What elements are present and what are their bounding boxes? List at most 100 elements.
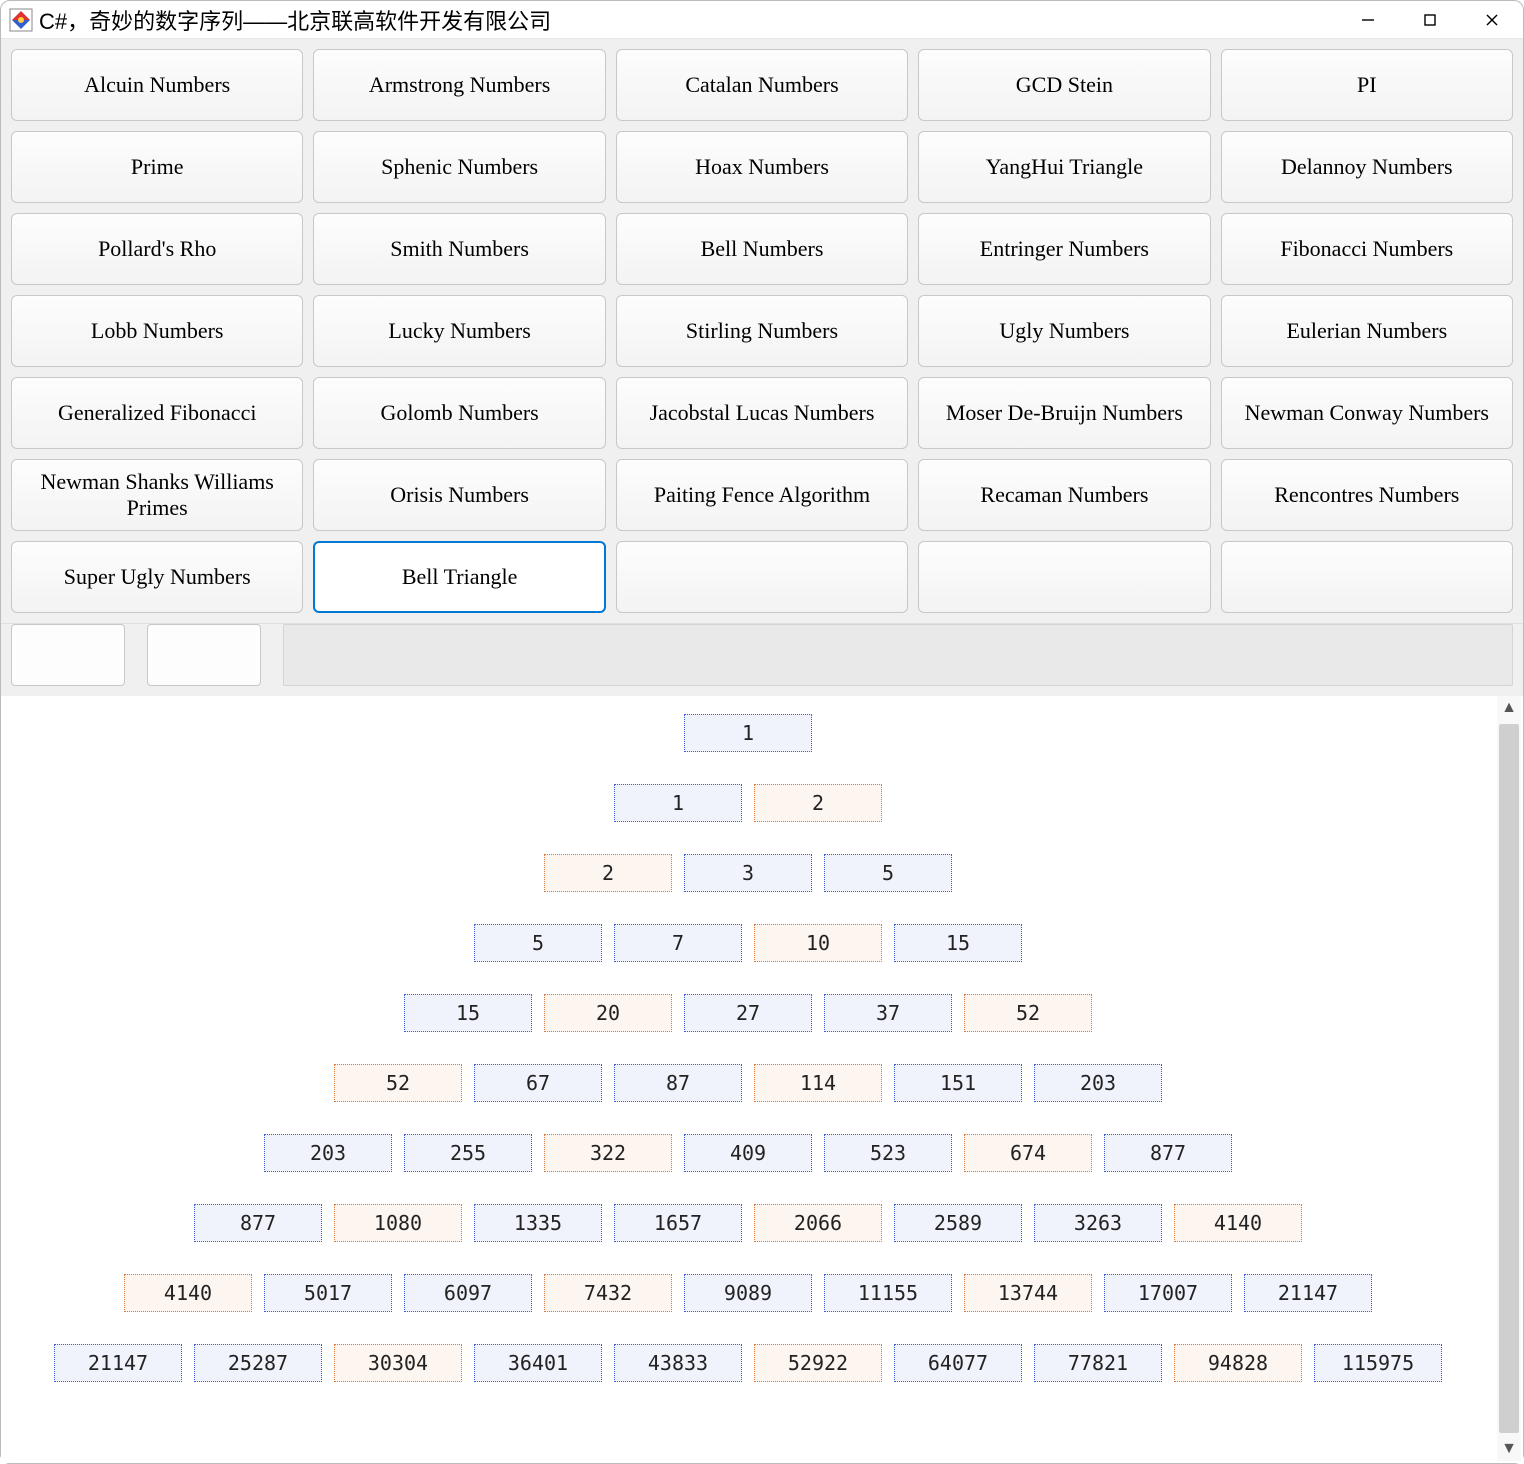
triangle-cell: 203 (264, 1134, 392, 1172)
triangle-cell: 2066 (754, 1204, 882, 1242)
triangle-cell: 3 (684, 854, 812, 892)
triangle-cell: 409 (684, 1134, 812, 1172)
sequence-button-b63[interactable] (918, 541, 1210, 613)
triangle-cell: 2589 (894, 1204, 1022, 1242)
triangle-cell: 3263 (1034, 1204, 1162, 1242)
triangle-cell: 4140 (124, 1274, 252, 1312)
vertical-scrollbar[interactable]: ▲ ▼ (1497, 696, 1521, 1461)
sequence-button-b03[interactable]: GCD Stein (918, 49, 1210, 121)
triangle-cell: 5 (474, 924, 602, 962)
scroll-down-arrow[interactable]: ▼ (1497, 1437, 1521, 1461)
status-bar (283, 624, 1513, 686)
sequence-button-b61[interactable]: Bell Triangle (313, 541, 605, 613)
bell-triangle-output: 1122355710151520273752526787114151203203… (1, 696, 1495, 1463)
sequence-button-b33[interactable]: Ugly Numbers (918, 295, 1210, 367)
sequence-button-b02[interactable]: Catalan Numbers (616, 49, 908, 121)
sequence-button-b43[interactable]: Moser De-Bruijn Numbers (918, 377, 1210, 449)
sequence-button-b60[interactable]: Super Ugly Numbers (11, 541, 303, 613)
sequence-button-b54[interactable]: Rencontres Numbers (1221, 459, 1513, 531)
scroll-thumb[interactable] (1499, 724, 1519, 1433)
triangle-cell: 25287 (194, 1344, 322, 1382)
sequence-button-b50[interactable]: Newman Shanks Williams Primes (11, 459, 303, 531)
triangle-cell: 877 (194, 1204, 322, 1242)
sequence-button-b14[interactable]: Delannoy Numbers (1221, 131, 1513, 203)
triangle-row: 2114725287303043640143833529226407777821… (54, 1344, 1442, 1382)
sequence-button-b53[interactable]: Recaman Numbers (918, 459, 1210, 531)
triangle-cell: 877 (1104, 1134, 1232, 1172)
triangle-row: 12 (614, 784, 882, 822)
sequence-button-b34[interactable]: Eulerian Numbers (1221, 295, 1513, 367)
triangle-cell: 52 (964, 994, 1092, 1032)
sequence-button-b51[interactable]: Orisis Numbers (313, 459, 605, 531)
triangle-cell: 9089 (684, 1274, 812, 1312)
sequence-button-b32[interactable]: Stirling Numbers (616, 295, 908, 367)
sequence-button-b44[interactable]: Newman Conway Numbers (1221, 377, 1513, 449)
triangle-cell: 255 (404, 1134, 532, 1172)
triangle-row: 1520273752 (404, 994, 1092, 1032)
triangle-cell: 15 (894, 924, 1022, 962)
sequence-button-b20[interactable]: Pollard's Rho (11, 213, 303, 285)
triangle-cell: 64077 (894, 1344, 1022, 1382)
triangle-cell: 4140 (1174, 1204, 1302, 1242)
triangle-cell: 52922 (754, 1344, 882, 1382)
aux-button-2[interactable] (147, 624, 261, 686)
sequence-button-b24[interactable]: Fibonacci Numbers (1221, 213, 1513, 285)
triangle-cell: 17007 (1104, 1274, 1232, 1312)
sequence-button-b13[interactable]: YangHui Triangle (918, 131, 1210, 203)
window-title: C#，奇妙的数字序列——北京联高软件开发有限公司 (39, 4, 1337, 36)
sequence-button-b11[interactable]: Sphenic Numbers (313, 131, 605, 203)
sequence-button-b00[interactable]: Alcuin Numbers (11, 49, 303, 121)
sequence-button-b01[interactable]: Armstrong Numbers (313, 49, 605, 121)
triangle-cell: 67 (474, 1064, 602, 1102)
triangle-cell: 2 (544, 854, 672, 892)
triangle-row: 8771080133516572066258932634140 (194, 1204, 1302, 1242)
window-controls (1337, 1, 1523, 38)
sequence-button-b31[interactable]: Lucky Numbers (313, 295, 605, 367)
triangle-cell: 7 (614, 924, 742, 962)
triangle-cell: 7432 (544, 1274, 672, 1312)
triangle-cell: 94828 (1174, 1344, 1302, 1382)
triangle-cell: 43833 (614, 1344, 742, 1382)
triangle-cell: 1 (684, 714, 812, 752)
sequence-button-grid: Alcuin NumbersArmstrong NumbersCatalan N… (1, 39, 1523, 624)
sequence-button-b21[interactable]: Smith Numbers (313, 213, 605, 285)
sequence-button-b62[interactable] (616, 541, 908, 613)
triangle-row: 4140501760977432908911155137441700721147 (124, 1274, 1372, 1312)
triangle-cell: 52 (334, 1064, 462, 1102)
sequence-button-b40[interactable]: Generalized Fibonacci (11, 377, 303, 449)
triangle-cell: 1657 (614, 1204, 742, 1242)
triangle-row: 203255322409523674877 (264, 1134, 1232, 1172)
triangle-cell: 15 (404, 994, 532, 1032)
triangle-cell: 5 (824, 854, 952, 892)
sequence-button-b41[interactable]: Golomb Numbers (313, 377, 605, 449)
aux-button-1[interactable] (11, 624, 125, 686)
minimize-button[interactable] (1337, 1, 1399, 38)
triangle-row: 571015 (474, 924, 1022, 962)
triangle-cell: 114 (754, 1064, 882, 1102)
triangle-cell: 2 (754, 784, 882, 822)
triangle-cell: 13744 (964, 1274, 1092, 1312)
maximize-button[interactable] (1399, 1, 1461, 38)
app-icon (9, 8, 33, 32)
triangle-cell: 203 (1034, 1064, 1162, 1102)
sequence-button-b04[interactable]: PI (1221, 49, 1513, 121)
triangle-cell: 6097 (404, 1274, 532, 1312)
titlebar: C#，奇妙的数字序列——北京联高软件开发有限公司 (1, 1, 1523, 39)
output-panel: 1122355710151520273752526787114151203203… (1, 696, 1523, 1463)
triangle-cell: 21147 (1244, 1274, 1372, 1312)
triangle-cell: 5017 (264, 1274, 392, 1312)
triangle-row: 1 (684, 714, 812, 752)
sequence-button-b52[interactable]: Paiting Fence Algorithm (616, 459, 908, 531)
triangle-cell: 27 (684, 994, 812, 1032)
scroll-up-arrow[interactable]: ▲ (1497, 696, 1521, 720)
sequence-button-b23[interactable]: Entringer Numbers (918, 213, 1210, 285)
triangle-cell: 115975 (1314, 1344, 1442, 1382)
sequence-button-b10[interactable]: Prime (11, 131, 303, 203)
sequence-button-b42[interactable]: Jacobstal Lucas Numbers (616, 377, 908, 449)
sequence-button-b22[interactable]: Bell Numbers (616, 213, 908, 285)
close-button[interactable] (1461, 1, 1523, 38)
sequence-button-b64[interactable] (1221, 541, 1513, 613)
app-window: C#，奇妙的数字序列——北京联高软件开发有限公司 Alcuin NumbersA… (0, 0, 1524, 1464)
sequence-button-b30[interactable]: Lobb Numbers (11, 295, 303, 367)
sequence-button-b12[interactable]: Hoax Numbers (616, 131, 908, 203)
